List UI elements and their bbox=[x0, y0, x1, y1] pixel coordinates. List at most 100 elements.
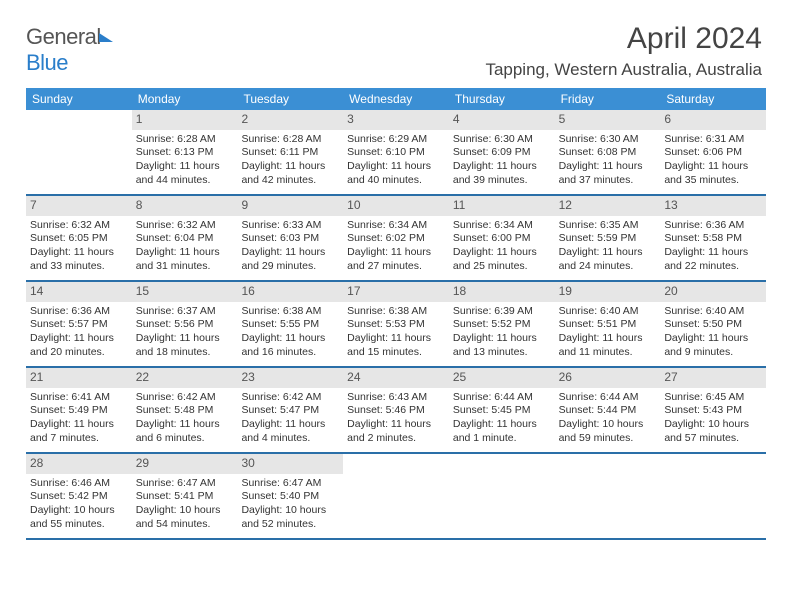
day-detail: Daylight: 11 hours bbox=[559, 246, 657, 260]
day-detail: Sunset: 5:44 PM bbox=[559, 404, 657, 418]
day-detail: Sunset: 5:42 PM bbox=[30, 490, 128, 504]
day-number: 28 bbox=[26, 454, 132, 474]
day-cell: 20Sunrise: 6:40 AMSunset: 5:50 PMDayligh… bbox=[660, 282, 766, 366]
day-detail: Daylight: 11 hours bbox=[664, 332, 762, 346]
day-detail: Sunrise: 6:46 AM bbox=[30, 477, 128, 491]
day-cell: 5Sunrise: 6:30 AMSunset: 6:08 PMDaylight… bbox=[555, 110, 661, 194]
day-detail: Daylight: 11 hours bbox=[559, 160, 657, 174]
day-detail: and 59 minutes. bbox=[559, 432, 657, 446]
day-detail: Sunset: 5:52 PM bbox=[453, 318, 551, 332]
day-detail: Sunrise: 6:28 AM bbox=[241, 133, 339, 147]
day-number: 12 bbox=[555, 196, 661, 216]
day-detail: Sunset: 5:46 PM bbox=[347, 404, 445, 418]
day-detail: Sunset: 6:00 PM bbox=[453, 232, 551, 246]
day-detail: Sunrise: 6:40 AM bbox=[664, 305, 762, 319]
day-detail: Sunrise: 6:30 AM bbox=[453, 133, 551, 147]
day-cell bbox=[26, 110, 132, 194]
day-detail: Sunset: 5:45 PM bbox=[453, 404, 551, 418]
day-detail: Sunrise: 6:39 AM bbox=[453, 305, 551, 319]
day-cell: 7Sunrise: 6:32 AMSunset: 6:05 PMDaylight… bbox=[26, 196, 132, 280]
day-header: Sunday bbox=[26, 88, 132, 110]
day-detail: Sunrise: 6:44 AM bbox=[559, 391, 657, 405]
day-detail: Daylight: 11 hours bbox=[136, 332, 234, 346]
day-header: Wednesday bbox=[343, 88, 449, 110]
week-row: 21Sunrise: 6:41 AMSunset: 5:49 PMDayligh… bbox=[26, 368, 766, 454]
day-cell: 4Sunrise: 6:30 AMSunset: 6:09 PMDaylight… bbox=[449, 110, 555, 194]
day-detail: Sunrise: 6:34 AM bbox=[347, 219, 445, 233]
day-detail: and 11 minutes. bbox=[559, 346, 657, 360]
day-detail: Sunrise: 6:42 AM bbox=[241, 391, 339, 405]
day-detail: and 31 minutes. bbox=[136, 260, 234, 274]
day-cell: 10Sunrise: 6:34 AMSunset: 6:02 PMDayligh… bbox=[343, 196, 449, 280]
day-detail: Sunrise: 6:33 AM bbox=[241, 219, 339, 233]
day-detail: Sunset: 5:47 PM bbox=[241, 404, 339, 418]
day-number: 21 bbox=[26, 368, 132, 388]
day-detail: Daylight: 10 hours bbox=[241, 504, 339, 518]
day-cell: 14Sunrise: 6:36 AMSunset: 5:57 PMDayligh… bbox=[26, 282, 132, 366]
day-number: 23 bbox=[237, 368, 343, 388]
week-row: 28Sunrise: 6:46 AMSunset: 5:42 PMDayligh… bbox=[26, 454, 766, 540]
day-detail: and 29 minutes. bbox=[241, 260, 339, 274]
day-number: 5 bbox=[555, 110, 661, 130]
day-detail: and 22 minutes. bbox=[664, 260, 762, 274]
day-detail: and 18 minutes. bbox=[136, 346, 234, 360]
day-detail: Sunrise: 6:30 AM bbox=[559, 133, 657, 147]
day-number: 3 bbox=[343, 110, 449, 130]
page-subtitle: Tapping, Western Australia, Australia bbox=[485, 60, 762, 80]
day-detail: and 1 minute. bbox=[453, 432, 551, 446]
day-header-row: SundayMondayTuesdayWednesdayThursdayFrid… bbox=[26, 88, 766, 110]
day-number: 29 bbox=[132, 454, 238, 474]
day-header: Saturday bbox=[660, 88, 766, 110]
day-number: 4 bbox=[449, 110, 555, 130]
day-cell: 17Sunrise: 6:38 AMSunset: 5:53 PMDayligh… bbox=[343, 282, 449, 366]
day-detail: Sunrise: 6:47 AM bbox=[241, 477, 339, 491]
day-detail: Sunrise: 6:32 AM bbox=[30, 219, 128, 233]
day-detail: and 55 minutes. bbox=[30, 518, 128, 532]
day-detail: Daylight: 10 hours bbox=[136, 504, 234, 518]
day-detail: Daylight: 11 hours bbox=[136, 246, 234, 260]
day-detail: Daylight: 10 hours bbox=[559, 418, 657, 432]
day-detail: Sunrise: 6:47 AM bbox=[136, 477, 234, 491]
day-detail: Daylight: 11 hours bbox=[664, 160, 762, 174]
day-cell: 9Sunrise: 6:33 AMSunset: 6:03 PMDaylight… bbox=[237, 196, 343, 280]
day-cell: 11Sunrise: 6:34 AMSunset: 6:00 PMDayligh… bbox=[449, 196, 555, 280]
day-detail: and 35 minutes. bbox=[664, 174, 762, 188]
day-detail: Sunrise: 6:29 AM bbox=[347, 133, 445, 147]
day-number: 19 bbox=[555, 282, 661, 302]
day-detail: Daylight: 10 hours bbox=[30, 504, 128, 518]
day-number: 11 bbox=[449, 196, 555, 216]
day-detail: Daylight: 11 hours bbox=[30, 246, 128, 260]
day-detail: Daylight: 11 hours bbox=[241, 418, 339, 432]
day-detail: Sunset: 5:56 PM bbox=[136, 318, 234, 332]
day-header: Thursday bbox=[449, 88, 555, 110]
day-detail: and 13 minutes. bbox=[453, 346, 551, 360]
day-detail: and 37 minutes. bbox=[559, 174, 657, 188]
day-number: 27 bbox=[660, 368, 766, 388]
day-detail: and 54 minutes. bbox=[136, 518, 234, 532]
day-detail: Sunset: 5:41 PM bbox=[136, 490, 234, 504]
day-detail: Daylight: 11 hours bbox=[30, 332, 128, 346]
day-detail: and 27 minutes. bbox=[347, 260, 445, 274]
day-detail: Daylight: 11 hours bbox=[453, 246, 551, 260]
day-detail: Sunset: 6:06 PM bbox=[664, 146, 762, 160]
day-number: 13 bbox=[660, 196, 766, 216]
day-cell: 21Sunrise: 6:41 AMSunset: 5:49 PMDayligh… bbox=[26, 368, 132, 452]
day-cell: 13Sunrise: 6:36 AMSunset: 5:58 PMDayligh… bbox=[660, 196, 766, 280]
day-detail: Daylight: 11 hours bbox=[453, 160, 551, 174]
day-cell: 27Sunrise: 6:45 AMSunset: 5:43 PMDayligh… bbox=[660, 368, 766, 452]
day-detail: Sunrise: 6:38 AM bbox=[347, 305, 445, 319]
day-detail: Sunset: 6:13 PM bbox=[136, 146, 234, 160]
day-number: 24 bbox=[343, 368, 449, 388]
week-row: 7Sunrise: 6:32 AMSunset: 6:05 PMDaylight… bbox=[26, 196, 766, 282]
day-detail: Sunset: 5:57 PM bbox=[30, 318, 128, 332]
day-detail: Sunrise: 6:40 AM bbox=[559, 305, 657, 319]
day-detail: Sunset: 5:55 PM bbox=[241, 318, 339, 332]
day-header: Tuesday bbox=[237, 88, 343, 110]
logo-text-1: General bbox=[26, 24, 101, 49]
day-cell: 6Sunrise: 6:31 AMSunset: 6:06 PMDaylight… bbox=[660, 110, 766, 194]
day-detail: Daylight: 11 hours bbox=[559, 332, 657, 346]
day-detail: and 20 minutes. bbox=[30, 346, 128, 360]
day-number: 18 bbox=[449, 282, 555, 302]
day-detail: Daylight: 11 hours bbox=[136, 160, 234, 174]
day-cell: 16Sunrise: 6:38 AMSunset: 5:55 PMDayligh… bbox=[237, 282, 343, 366]
